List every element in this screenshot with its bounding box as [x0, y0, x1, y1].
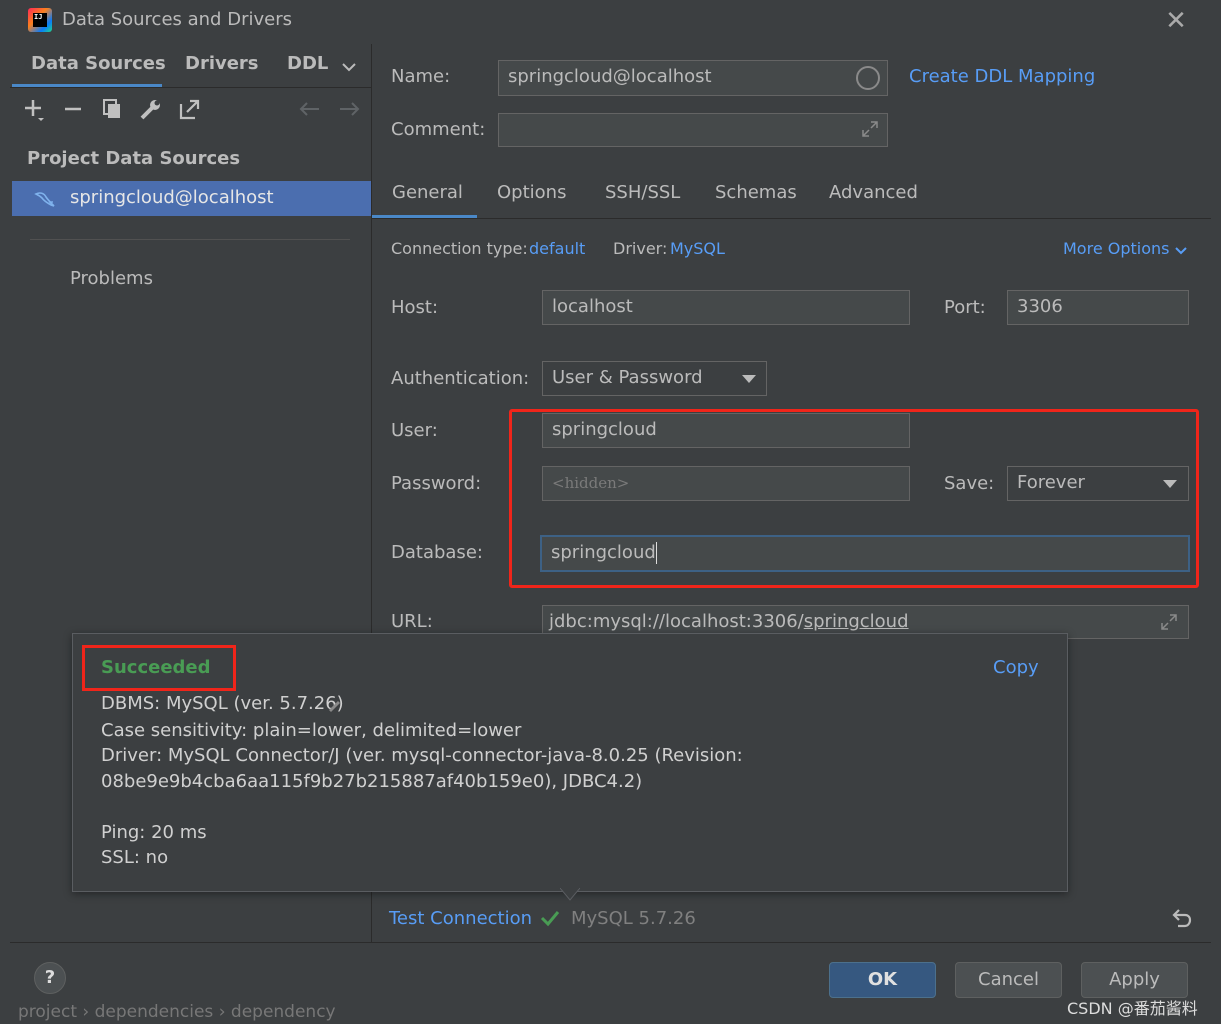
expand-icon[interactable]	[860, 119, 880, 139]
revert-icon[interactable]	[1170, 906, 1194, 930]
jump-to-icon[interactable]	[177, 96, 203, 122]
mysql-dolphin-icon	[34, 188, 56, 210]
tab-schemas[interactable]: Schemas	[715, 182, 797, 203]
intellij-logo-mark: IJ	[33, 13, 47, 27]
forward-arrow-icon[interactable]	[336, 96, 362, 122]
color-circle-icon[interactable]	[856, 66, 880, 90]
tab-general[interactable]: General	[392, 182, 463, 203]
expand-icon[interactable]	[1159, 612, 1179, 632]
copy-link[interactable]: Copy	[993, 657, 1039, 678]
connection-type-label: Connection type:	[391, 239, 528, 258]
url-database: springcloud	[803, 611, 909, 632]
help-button[interactable]: ?	[34, 962, 66, 994]
save-label: Save:	[944, 473, 995, 494]
host-label: Host:	[391, 297, 439, 318]
apply-button[interactable]: Apply	[1081, 962, 1188, 998]
datasource-label: springcloud@localhost	[70, 187, 274, 208]
user-field[interactable]: springcloud	[542, 413, 910, 448]
remove-icon[interactable]	[60, 96, 86, 122]
comment-label: Comment:	[391, 119, 486, 140]
background-breadcrumb: project › dependencies › dependency	[18, 1002, 336, 1022]
dropdown-caret-icon	[1163, 480, 1177, 488]
active-tab-indicator	[12, 84, 162, 87]
port-label: Port:	[944, 297, 986, 318]
database-field[interactable]: springcloud	[540, 535, 1190, 572]
tab-data-sources[interactable]: Data Sources	[31, 53, 166, 74]
tabs-divider	[372, 218, 1211, 219]
wrench-icon[interactable]	[138, 96, 164, 122]
watermark: CSDN @番茄酱料	[1067, 999, 1198, 1018]
close-icon[interactable]: ✕	[1163, 6, 1189, 36]
url-prefix: jdbc:mysql://localhost:3306/	[549, 611, 804, 632]
driver-link[interactable]: MySQL	[670, 239, 725, 258]
pencil-icon[interactable]	[326, 697, 342, 713]
database-value: springcloud	[551, 542, 656, 563]
tab-ddl[interactable]: DDL	[287, 53, 328, 74]
active-tab-indicator	[372, 215, 477, 218]
tab-options[interactable]: Options	[497, 182, 566, 203]
name-field[interactable]: springcloud@localhost	[498, 60, 888, 96]
test-connection-link[interactable]: Test Connection	[389, 908, 532, 929]
user-label: User:	[391, 420, 438, 441]
dropdown-caret-icon	[742, 375, 756, 383]
ssl-line: SSL: no	[101, 847, 169, 868]
divider	[30, 239, 350, 240]
chevron-down-icon[interactable]	[342, 58, 356, 72]
database-label: Database:	[391, 542, 483, 563]
comment-field[interactable]	[498, 113, 888, 147]
project-data-sources-heading: Project Data Sources	[27, 148, 241, 169]
add-icon[interactable]	[22, 96, 48, 122]
duplicate-icon[interactable]	[99, 96, 125, 122]
more-options-link[interactable]: More Options	[1063, 239, 1169, 258]
revision-line: 08be9e9b4cba6aa115f9b27b215887af40b159e0…	[101, 771, 643, 792]
dbms-line: DBMS: MySQL (ver. 5.7.26)	[101, 693, 344, 714]
chevron-down-icon[interactable]	[1174, 242, 1188, 256]
tab-ssh-ssl[interactable]: SSH/SSL	[605, 182, 680, 203]
ok-button[interactable]: OK	[829, 962, 936, 998]
problems-item[interactable]: Problems	[70, 268, 153, 289]
password-field[interactable]: <hidden>	[542, 466, 910, 501]
ping-line: Ping: 20 ms	[101, 822, 207, 843]
name-label: Name:	[391, 66, 451, 87]
authentication-label: Authentication:	[391, 368, 530, 389]
popup-pointer	[558, 886, 582, 901]
test-result-version: MySQL 5.7.26	[571, 908, 696, 929]
status-succeeded: Succeeded	[101, 657, 211, 678]
password-label: Password:	[391, 473, 482, 494]
save-select[interactable]: Forever	[1007, 466, 1189, 501]
checkmark-icon	[540, 908, 560, 928]
url-label: URL:	[391, 611, 433, 632]
driver-line: Driver: MySQL Connector/J (ver. mysql-co…	[101, 745, 743, 766]
case-sensitivity-line: Case sensitivity: plain=lower, delimited…	[101, 720, 522, 741]
back-arrow-icon[interactable]	[297, 96, 323, 122]
text-cursor	[655, 542, 657, 564]
tab-advanced[interactable]: Advanced	[829, 182, 918, 203]
authentication-select[interactable]: User & Password	[542, 361, 767, 396]
driver-label: Driver:	[613, 239, 668, 258]
tab-drivers[interactable]: Drivers	[185, 53, 259, 74]
create-ddl-mapping-link[interactable]: Create DDL Mapping	[909, 66, 1095, 87]
cancel-button[interactable]: Cancel	[955, 962, 1062, 998]
host-field[interactable]: localhost	[542, 290, 910, 325]
connection-type-link[interactable]: default	[529, 239, 585, 258]
window-title: Data Sources and Drivers	[62, 9, 292, 30]
port-field[interactable]: 3306	[1007, 290, 1189, 325]
